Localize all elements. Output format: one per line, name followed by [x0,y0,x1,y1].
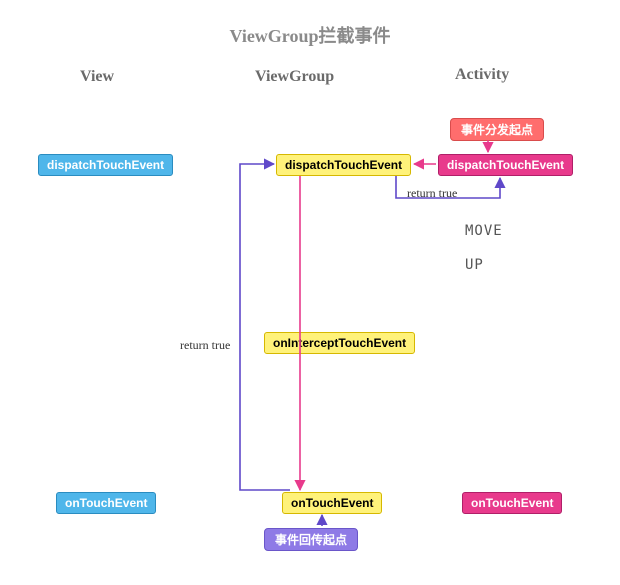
col-viewgroup: ViewGroup [255,68,334,86]
diagram-title: ViewGroup拦截事件 [0,22,620,48]
edge-return-true-left: return true [180,338,230,353]
state-move: MOVE [465,223,503,239]
act-dispatch: dispatchTouchEvent [438,154,573,176]
pill-return-start: 事件回传起点 [264,528,358,551]
pill-dispatch-start: 事件分发起点 [450,118,544,141]
vg-touch: onTouchEvent [282,492,382,514]
diagram-canvas: { "title": "ViewGroup拦截事件", "columns": {… [0,0,620,585]
view-dispatch: dispatchTouchEvent [38,154,173,176]
vg-dispatch: dispatchTouchEvent [276,154,411,176]
state-up: UP [465,257,484,273]
col-activity: Activity [455,66,509,84]
vg-intercept: onInterceptTouchEvent [264,332,415,354]
act-touch: onTouchEvent [462,492,562,514]
arrow-vg-touch-to-vg-dispatch [240,164,290,490]
view-touch: onTouchEvent [56,492,156,514]
edge-return-true-right: return true [407,186,457,201]
col-view: View [80,68,114,86]
